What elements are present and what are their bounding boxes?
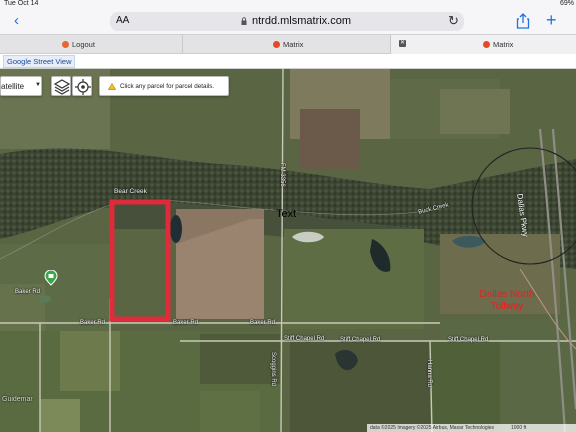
chevron-down-icon: ▼ (35, 82, 41, 88)
satellite-imagery (0, 69, 576, 432)
map-label-bear-creek: Bear Creek (114, 188, 147, 195)
page-header: Google Street View (0, 54, 576, 69)
back-icon[interactable]: ‹ (14, 13, 19, 29)
satellite-map[interactable] (0, 69, 576, 432)
crosshair-icon (75, 79, 91, 95)
tab-bar: Logout Matrix ✕ Matrix (0, 34, 576, 54)
map-label-stiff-chapel-rd: Stiff Chapel Rd (340, 337, 381, 343)
matrix-favicon-icon (273, 41, 280, 48)
map-marker-icon[interactable] (44, 270, 58, 286)
browser-toolbar: ‹ AA ntrdd.mlsmatrix.com ↻ + (0, 10, 576, 34)
tab-label: Matrix (283, 40, 304, 49)
map-label-hanna-rd: Hanna Rd (426, 360, 432, 388)
map-watermark: Guidemar (2, 396, 33, 403)
attribution-text: data ©2025 Imagery ©2025 Airbus, Maxar T… (370, 425, 495, 431)
text-annotation: Text (276, 208, 297, 220)
map-label-baker-rd: Baker Rd (250, 320, 276, 326)
share-icon[interactable] (516, 13, 530, 29)
tab-matrix-active[interactable]: ✕ Matrix (390, 35, 576, 54)
close-tab-icon[interactable]: ✕ (399, 40, 406, 47)
layers-icon (53, 79, 71, 95)
lock-icon (241, 17, 247, 25)
map-label-baker-rd: Baker Rd (15, 289, 41, 295)
street-view-link[interactable]: Google Street View (3, 55, 76, 68)
tab-matrix[interactable]: Matrix (182, 35, 390, 54)
hint-text: Click any parcel for parcel details. (120, 83, 215, 90)
new-tab-icon[interactable]: + (546, 11, 557, 29)
address-bar[interactable]: AA ntrdd.mlsmatrix.com ↻ (110, 12, 464, 31)
map-type-value: atellite (1, 82, 25, 91)
map-label-stiff-chapel-rd: Stiff Chapel Rd (284, 336, 325, 342)
locate-button[interactable] (72, 76, 92, 96)
tab-logout[interactable]: Logout (0, 35, 182, 54)
map-attribution: data ©2025 Imagery ©2025 Airbus, Maxar T… (367, 424, 576, 432)
reader-settings-button[interactable]: AA (116, 15, 129, 26)
url-text: ntrdd.mlsmatrix.com (252, 15, 352, 27)
tab-label: Logout (72, 40, 95, 49)
layers-button[interactable] (51, 76, 71, 96)
map-label-baker-rd: Baker Rd (173, 320, 199, 326)
battery-level: 69% (559, 0, 574, 7)
status-bar: Tue Oct 14 69% (0, 0, 576, 10)
logout-favicon-icon (62, 41, 69, 48)
tab-label: Matrix (493, 40, 514, 49)
reload-icon[interactable]: ↻ (448, 13, 459, 29)
dallas-north-tollway-annotation: Dallas North Tollway (479, 289, 535, 312)
status-time: Tue Oct 14 (4, 0, 39, 7)
map-label-baker-rd: Baker Rd (80, 320, 106, 326)
map-label-stiff-chapel-rd: Stiff Chapel Rd (448, 337, 489, 343)
map-scale: 1000 ft (511, 425, 527, 431)
map-label-scoggins-rd: Scoggins Rd (270, 352, 276, 387)
map-type-select[interactable]: atellite ▼ (0, 76, 42, 96)
parcel-hint: Click any parcel for parcel details. (99, 76, 229, 96)
map-label-fm-road: FM 3356 (279, 163, 285, 187)
warning-icon (108, 83, 116, 90)
matrix-favicon-icon (483, 41, 490, 48)
